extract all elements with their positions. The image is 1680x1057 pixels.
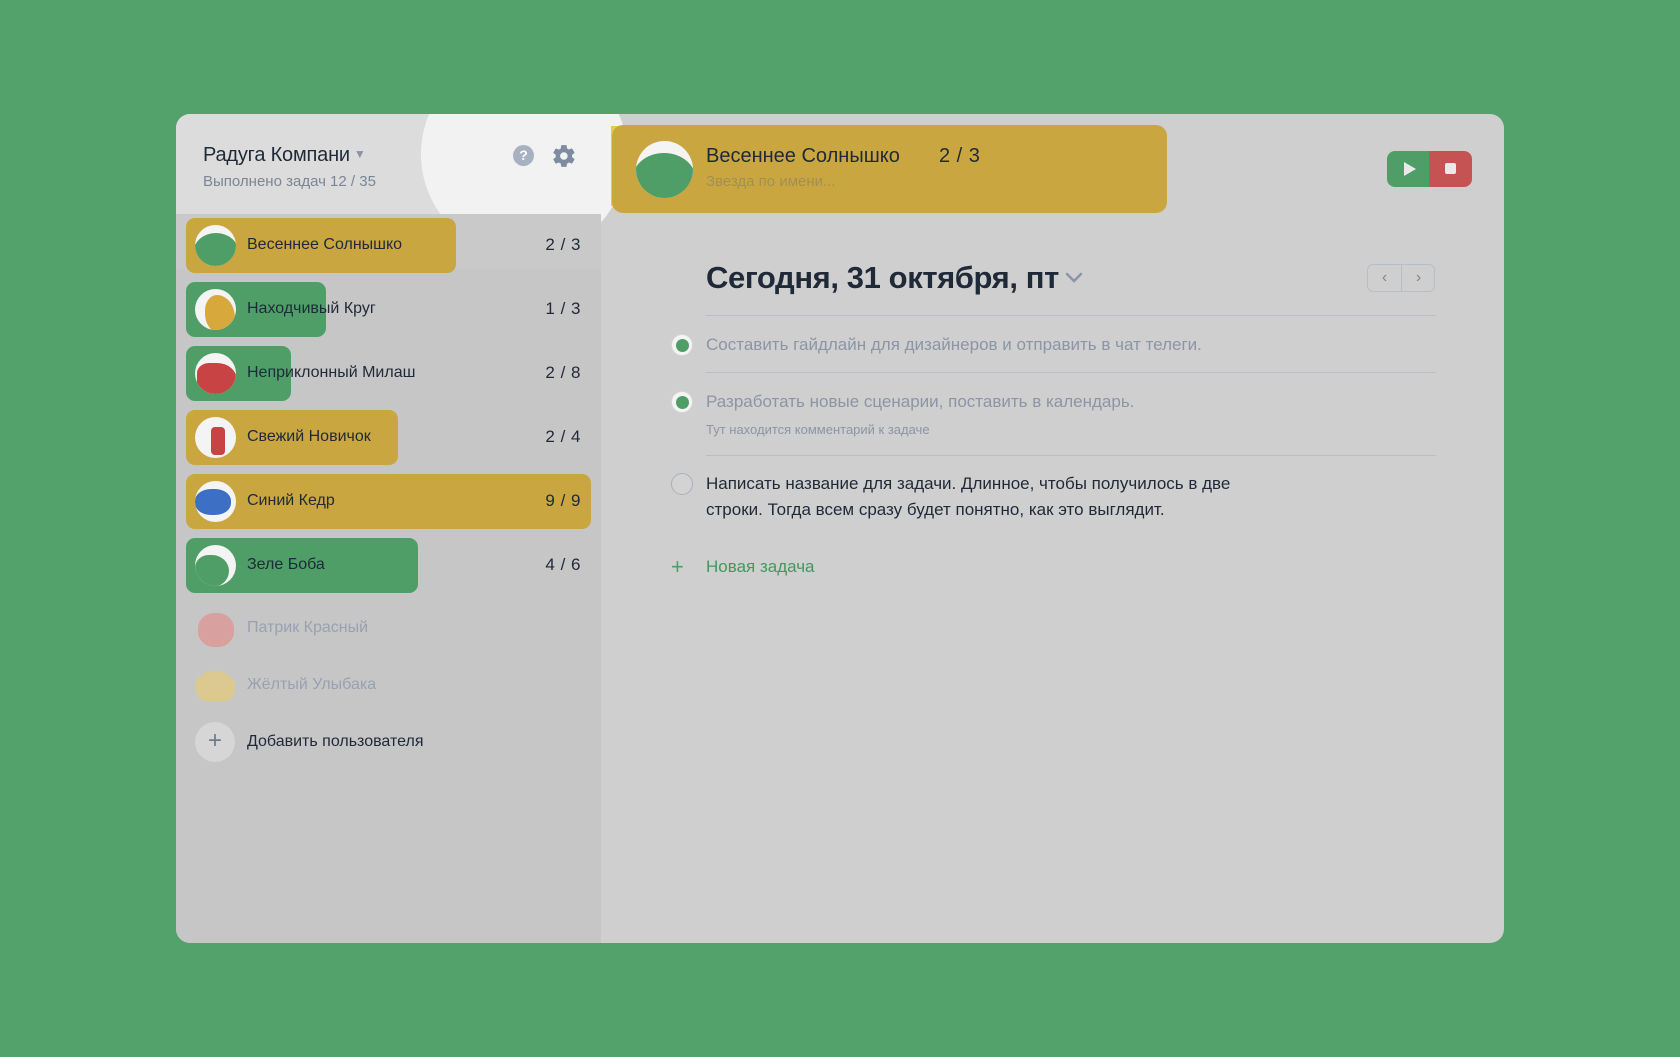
- user-row-blue-cedar[interactable]: Синий Кедр 9 / 9: [176, 470, 601, 529]
- user-row-resourceful-circle[interactable]: Находчивый Круг 1 / 3: [176, 278, 601, 337]
- task-checkbox[interactable]: [671, 391, 693, 413]
- owner-count: 2 / 3: [939, 145, 981, 167]
- user-row-unbending-milash[interactable]: Неприклонный Милаш 2 / 8: [176, 342, 601, 401]
- day-navigation: ‹ ›: [1367, 264, 1435, 292]
- avatar: [195, 353, 236, 394]
- prev-day-button[interactable]: ‹: [1368, 265, 1401, 291]
- avatar: [195, 289, 236, 330]
- add-user-label: Добавить пользователя: [247, 733, 424, 750]
- task-checkbox[interactable]: [671, 473, 693, 495]
- main-panel: Весеннее Солнышко 2 / 3 Звезда по имени.…: [601, 114, 1504, 943]
- owner-subtitle: Звезда по имени...: [706, 173, 836, 190]
- user-row-green-bob[interactable]: Зеле Боба 4 / 6: [176, 534, 601, 593]
- avatar: [636, 141, 693, 198]
- user-row-patrick-red[interactable]: Патрик Красный: [176, 597, 601, 653]
- task-checkbox[interactable]: [671, 334, 693, 356]
- team-name: Радуга Компани: [203, 144, 350, 166]
- stop-button[interactable]: [1429, 151, 1472, 187]
- avatar: [195, 225, 236, 266]
- sidebar: Радуга Компани ▼ Выполнено задач 12 / 35 …: [176, 114, 627, 943]
- avatar: [195, 417, 236, 458]
- next-day-button[interactable]: ›: [1402, 265, 1435, 291]
- gear-icon[interactable]: [551, 143, 577, 169]
- divider: [706, 315, 1436, 316]
- task-title[interactable]: Составить гайдлайн для дизайнеров и отпр…: [706, 332, 1202, 358]
- avatar: [195, 545, 236, 586]
- team-progress: Выполнено задач 12 / 35: [203, 173, 376, 190]
- user-row-spring-sun[interactable]: Весеннее Солнышко 2 / 3: [176, 214, 601, 273]
- date-selector[interactable]: Сегодня, 31 октября, пт: [706, 260, 1083, 296]
- plus-icon: +: [195, 722, 235, 762]
- plus-icon[interactable]: +: [671, 554, 684, 580]
- chevron-down-icon: [1065, 272, 1083, 283]
- task-comment: Тут находится комментарий к задаче: [706, 422, 930, 437]
- avatar: [195, 608, 236, 649]
- task-title[interactable]: Разработать новые сценарии, поставить в …: [706, 389, 1134, 415]
- help-icon[interactable]: ?: [513, 145, 534, 166]
- date-title: Сегодня, 31 октября, пт: [706, 260, 1059, 295]
- divider: [706, 455, 1436, 456]
- app-window: Радуга Компани ▼ Выполнено задач 12 / 35 …: [176, 114, 1504, 943]
- avatar: [195, 481, 236, 522]
- add-user-button[interactable]: + Добавить пользователя: [176, 711, 601, 767]
- avatar: [195, 665, 236, 706]
- new-task-button[interactable]: Новая задача: [706, 557, 815, 577]
- user-row-yellow-smiler[interactable]: Жёлтый Улыбака: [176, 654, 601, 710]
- selected-user-card: Весеннее Солнышко 2 / 3 Звезда по имени.…: [612, 125, 1167, 213]
- owner-name: Весеннее Солнышко: [706, 145, 900, 167]
- team-selector[interactable]: Радуга Компани ▼: [203, 144, 366, 167]
- task-title[interactable]: Написать название для задачи. Длинное, ч…: [706, 471, 1266, 523]
- user-row-fresh-newbie[interactable]: Свежий Новичок 2 / 4: [176, 406, 601, 465]
- divider: [706, 372, 1436, 373]
- play-button[interactable]: [1387, 151, 1429, 187]
- chevron-down-icon: ▼: [353, 147, 366, 161]
